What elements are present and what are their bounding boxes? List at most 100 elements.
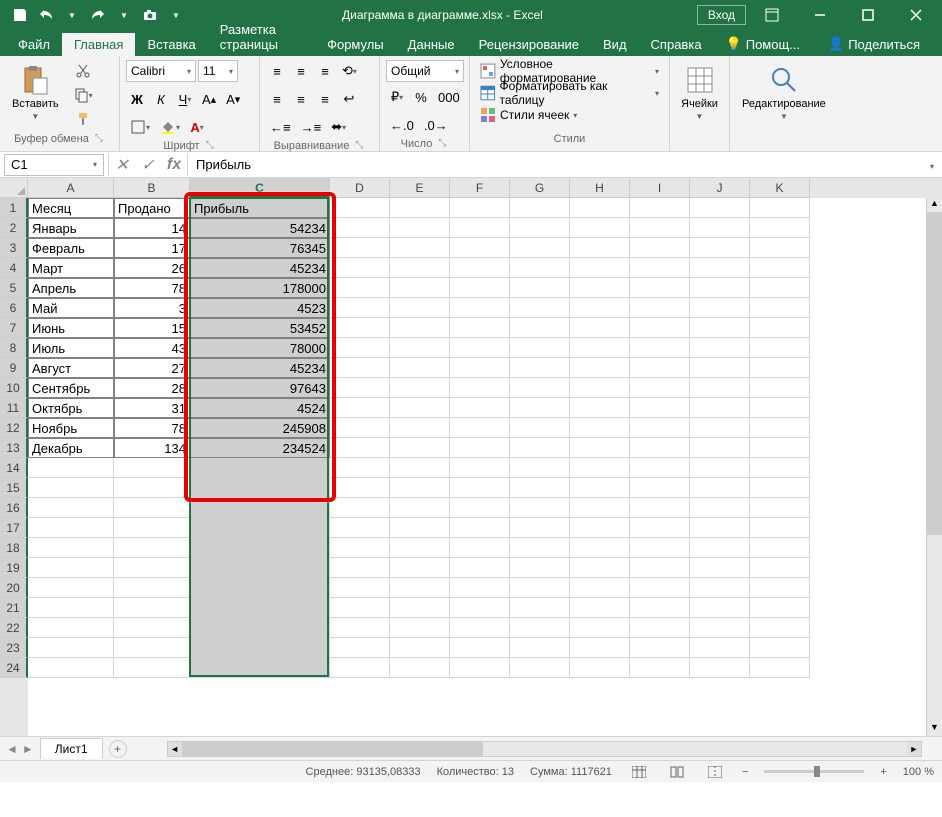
cell[interactable] — [630, 658, 690, 678]
cell[interactable] — [330, 238, 390, 258]
cell[interactable] — [390, 378, 450, 398]
cell[interactable] — [330, 378, 390, 398]
bold-button[interactable]: Ж — [126, 88, 148, 110]
percent-button[interactable]: % — [410, 86, 432, 108]
cell[interactable] — [690, 478, 750, 498]
tab-review[interactable]: Рецензирование — [467, 33, 591, 56]
cell[interactable] — [330, 438, 390, 458]
cell[interactable] — [630, 358, 690, 378]
cell[interactable] — [750, 598, 810, 618]
zoom-level[interactable]: 100 % — [903, 766, 934, 778]
borders-button[interactable]: ▾ — [126, 116, 154, 138]
column-header[interactable]: F — [450, 178, 510, 198]
cell[interactable] — [190, 518, 330, 538]
cell[interactable] — [570, 398, 630, 418]
cell[interactable] — [690, 278, 750, 298]
cell[interactable] — [690, 238, 750, 258]
cell[interactable] — [330, 558, 390, 578]
redo-dropdown[interactable]: ▼ — [112, 3, 136, 27]
cell[interactable] — [690, 198, 750, 218]
cell[interactable] — [450, 598, 510, 618]
cell[interactable] — [390, 458, 450, 478]
cell[interactable] — [570, 418, 630, 438]
column-header[interactable]: A — [28, 178, 114, 198]
cell[interactable] — [330, 638, 390, 658]
currency-button[interactable]: ₽▾ — [386, 86, 408, 108]
cell[interactable] — [450, 438, 510, 458]
cell[interactable] — [450, 618, 510, 638]
cell[interactable] — [510, 578, 570, 598]
cell[interactable] — [390, 218, 450, 238]
cell[interactable] — [570, 238, 630, 258]
cell[interactable] — [330, 278, 390, 298]
cell[interactable] — [114, 458, 190, 478]
cell[interactable] — [28, 518, 114, 538]
cell[interactable] — [690, 458, 750, 478]
cell[interactable] — [570, 578, 630, 598]
cell[interactable] — [28, 618, 114, 638]
cell[interactable] — [390, 618, 450, 638]
cell[interactable] — [510, 498, 570, 518]
cell[interactable] — [750, 578, 810, 598]
decrease-decimal-button[interactable]: .0→ — [420, 114, 452, 136]
cell[interactable] — [630, 538, 690, 558]
number-launcher[interactable]: ⤡ — [436, 138, 448, 150]
cell[interactable] — [330, 258, 390, 278]
cell[interactable] — [510, 218, 570, 238]
cell[interactable]: 45234 — [190, 258, 330, 278]
row-header[interactable]: 8 — [0, 338, 28, 358]
cancel-formula-button[interactable]: ✕ — [109, 154, 135, 176]
decrease-font-button[interactable]: A▾ — [222, 88, 244, 110]
font-color-button[interactable]: A▾ — [186, 116, 208, 138]
cell[interactable] — [690, 618, 750, 638]
cell[interactable]: 31 — [114, 398, 190, 418]
font-launcher[interactable]: ⤡ — [204, 140, 216, 152]
cell[interactable] — [570, 658, 630, 678]
cell[interactable] — [450, 338, 510, 358]
page-break-view-button[interactable] — [704, 763, 726, 781]
cell[interactable] — [750, 338, 810, 358]
column-header[interactable]: B — [114, 178, 190, 198]
cell[interactable]: Апрель — [28, 278, 114, 298]
cell[interactable] — [510, 418, 570, 438]
enter-formula-button[interactable]: ✓ — [135, 154, 161, 176]
clipboard-launcher[interactable]: ⤡ — [93, 133, 105, 145]
cell[interactable] — [750, 358, 810, 378]
cell[interactable] — [330, 478, 390, 498]
cell[interactable]: 28 — [114, 378, 190, 398]
align-middle-button[interactable]: ≡ — [290, 60, 312, 82]
cell[interactable] — [190, 598, 330, 618]
cell[interactable] — [390, 498, 450, 518]
cell[interactable]: 234524 — [190, 438, 330, 458]
cell[interactable]: Август — [28, 358, 114, 378]
cell[interactable]: 53452 — [190, 318, 330, 338]
cell[interactable] — [510, 238, 570, 258]
cell[interactable] — [390, 198, 450, 218]
cell[interactable] — [750, 478, 810, 498]
cell[interactable] — [510, 538, 570, 558]
cell[interactable] — [570, 198, 630, 218]
cell[interactable] — [114, 538, 190, 558]
zoom-out-button[interactable]: − — [742, 766, 748, 778]
insert-function-button[interactable]: fx — [161, 154, 187, 176]
cell[interactable] — [750, 258, 810, 278]
cell[interactable] — [630, 498, 690, 518]
cell[interactable] — [390, 258, 450, 278]
cell[interactable] — [570, 458, 630, 478]
cell[interactable] — [690, 518, 750, 538]
cell[interactable] — [630, 398, 690, 418]
cell[interactable] — [390, 338, 450, 358]
maximize-button[interactable] — [846, 0, 890, 30]
row-header[interactable]: 6 — [0, 298, 28, 318]
cell[interactable] — [190, 498, 330, 518]
cell[interactable] — [28, 498, 114, 518]
cell[interactable] — [510, 658, 570, 678]
cell[interactable] — [750, 398, 810, 418]
cell[interactable] — [750, 278, 810, 298]
cell[interactable] — [570, 358, 630, 378]
cell[interactable] — [690, 258, 750, 278]
cell[interactable]: 17 — [114, 238, 190, 258]
row-header[interactable]: 20 — [0, 578, 28, 598]
font-name-combo[interactable]: Calibri▾ — [126, 60, 196, 82]
row-header[interactable]: 11 — [0, 398, 28, 418]
